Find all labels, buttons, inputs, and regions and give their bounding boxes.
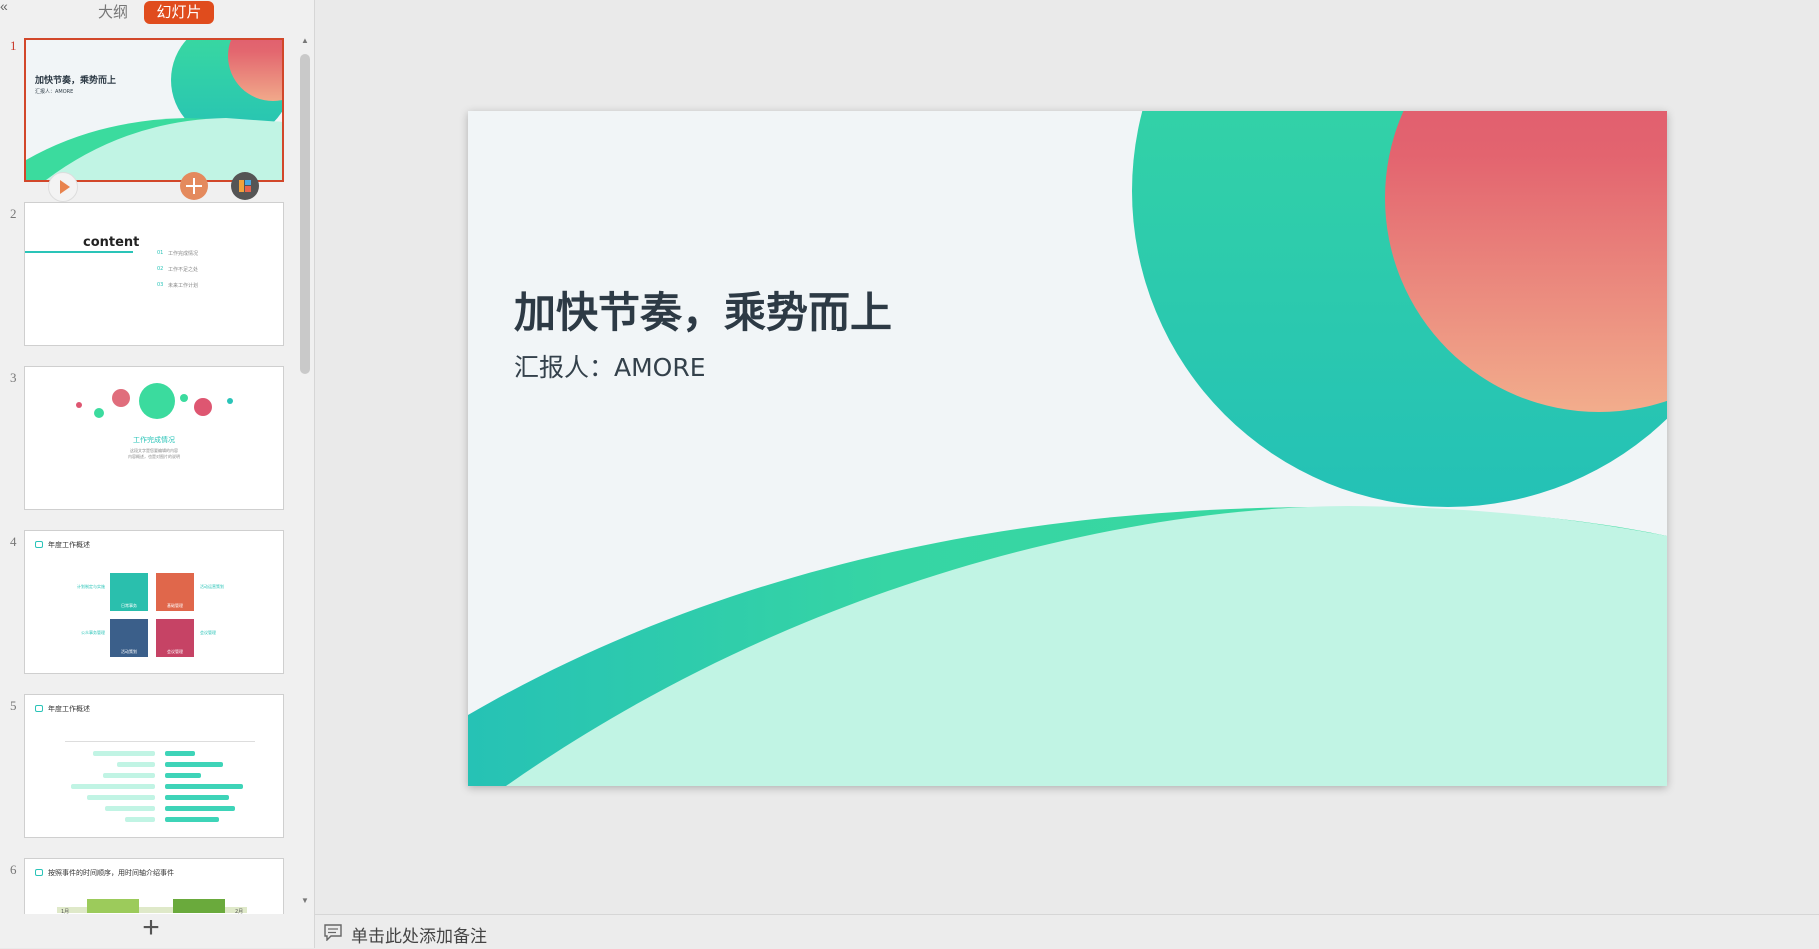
slide-title[interactable]: 加快节奏，乘势而上 — [514, 279, 892, 340]
scroll-thumb[interactable] — [300, 54, 310, 374]
thumb-title: 按照事件的时间顺序，用时间轴介绍事件 — [48, 869, 174, 877]
thumb-text: 内容概述，也是对图片的说明 — [128, 454, 180, 459]
add-icon[interactable] — [180, 172, 208, 200]
thumb-title: content — [83, 235, 140, 250]
thumb-item: 工作不足之处 — [168, 267, 199, 273]
thumb-underline — [25, 251, 133, 253]
thumb-number: 5 — [10, 698, 17, 713]
slide-background-art — [468, 111, 1667, 786]
tab-slides[interactable]: 幻灯片 — [144, 1, 214, 24]
chat-icon — [35, 869, 43, 876]
thumb-subtitle: 汇报人：AMORE — [35, 89, 74, 95]
bars-art — [65, 741, 255, 822]
slide-panel: « 大纲 幻灯片 1 加快节奏，乘势而上 汇报人：AMORE 2 content… — [0, 0, 315, 948]
timeline-tag: 1月 — [61, 909, 70, 914]
tile-label: 活动策划 — [121, 649, 137, 654]
thumb-title: 年度工作概述 — [48, 541, 90, 549]
thumb-bullet: 03 — [157, 282, 164, 288]
chat-icon — [35, 541, 43, 548]
thumb-number: 6 — [10, 862, 17, 877]
thumb-title: 加快节奏，乘势而上 — [35, 76, 117, 86]
slide-thumbnail-2[interactable]: content 01 工作完成情况 02 工作不足之处 03 未来工作计划 — [24, 202, 284, 346]
timeline-card — [173, 899, 225, 913]
plus-icon[interactable]: + — [136, 913, 166, 944]
timeline-card — [87, 899, 139, 913]
thumb-bullet: 02 — [157, 266, 164, 272]
thumb-number: 2 — [10, 206, 17, 221]
thumb-number: 3 — [10, 370, 17, 385]
thumb-label: 公众事务管理 — [81, 630, 105, 635]
tile-label: 会议管理 — [167, 649, 183, 654]
slide-thumbnail-1[interactable]: 加快节奏，乘势而上 汇报人：AMORE — [24, 38, 284, 182]
slide-thumbnail-6[interactable]: 按照事件的时间顺序，用时间轴介绍事件 1月 2月 — [24, 858, 284, 914]
slide-canvas[interactable]: 加快节奏，乘势而上 汇报人：AMORE — [468, 111, 1667, 786]
slide-thumbnail-5[interactable]: 年度工作概述 — [24, 694, 284, 838]
thumb-item: 工作完成情况 — [168, 251, 199, 257]
scroll-down-icon[interactable]: ▼ — [300, 896, 310, 906]
double-chevron-left-icon[interactable]: « — [0, 0, 14, 14]
play-icon[interactable] — [48, 172, 78, 202]
thumb-label: 会议管理 — [200, 630, 216, 635]
thumb-label: 计划制定与实施 — [77, 584, 105, 589]
slide-thumbnail-art — [26, 40, 282, 180]
comment-icon — [324, 924, 342, 941]
thumb-bullet: 01 — [157, 250, 164, 256]
thumb-number: 1 — [10, 38, 17, 53]
thumbnail-list: 1 加快节奏，乘势而上 汇报人：AMORE 2 content 01 工作完成情… — [0, 32, 300, 914]
slide-thumbnail-3[interactable]: 工作完成情况 这段文字是您要编辑的内容 内容概述，也是对图片的说明 — [24, 366, 284, 510]
layout-icon[interactable] — [231, 172, 259, 200]
tile-label: 基础管理 — [167, 603, 183, 608]
notes-placeholder[interactable]: 单击此处添加备注 — [351, 922, 487, 947]
thumb-title: 工作完成情况 — [133, 436, 175, 444]
notes-bar[interactable]: 单击此处添加备注 — [315, 914, 1819, 949]
slide-thumbnail-4[interactable]: 年度工作概述 日常事务 基础管理 活动策划 会议管理 计划制定与实施 活动运营策… — [24, 530, 284, 674]
thumb-item: 未来工作计划 — [168, 283, 199, 289]
thumb-label: 活动运营策划 — [200, 584, 224, 589]
timeline-tag: 2月 — [235, 909, 244, 914]
tile-label: 日常事务 — [121, 603, 137, 608]
tab-outline[interactable]: 大纲 — [92, 2, 134, 24]
thumb-number: 4 — [10, 534, 17, 549]
slide-subtitle[interactable]: 汇报人：AMORE — [514, 348, 706, 384]
thumbnail-scrollbar[interactable]: ▲ ▼ — [298, 32, 312, 914]
scroll-up-icon[interactable]: ▲ — [300, 36, 310, 46]
